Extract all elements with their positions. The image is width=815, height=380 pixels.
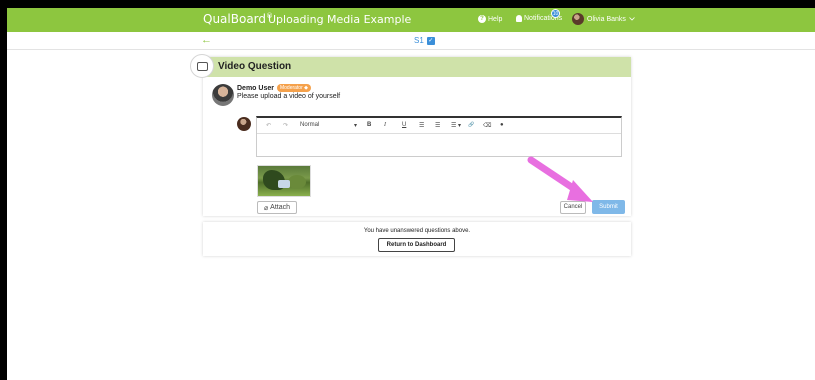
unanswered-notice-text: You have unanswered questions above. [363, 228, 471, 234]
poster-info: Demo User Moderator ◆ [237, 84, 311, 92]
bullet-list-icon[interactable]: ☰ [435, 122, 440, 129]
app-frame: QualBoard® Uploading Media Example ? Hel… [7, 8, 815, 380]
poster-name: Demo User [237, 84, 274, 92]
emoji-icon[interactable]: ● [500, 122, 504, 128]
help-label: Help [488, 15, 503, 23]
return-to-dashboard-button[interactable]: Return to Dashboard [378, 238, 455, 252]
link-icon[interactable]: 🔗 [468, 122, 474, 128]
section-selector[interactable]: S1 ✓ [414, 36, 435, 45]
chevron-down-icon[interactable]: ▾ [354, 122, 357, 129]
redo-icon[interactable]: ↷ [283, 122, 288, 129]
user-name: Olivia Banks [587, 15, 626, 23]
undo-icon[interactable]: ↶ [266, 122, 271, 129]
section-label: S1 [414, 36, 424, 45]
help-link[interactable]: ? Help [478, 15, 502, 23]
moderator-badge: Moderator ◆ [276, 84, 311, 92]
chevron-down-icon [629, 17, 635, 21]
notifications-count-badge: 10 [551, 9, 560, 18]
bold-button[interactable]: B [367, 122, 371, 128]
bell-icon [516, 15, 522, 22]
response-input[interactable] [257, 134, 621, 157]
speech-bubble-icon [190, 54, 214, 78]
help-icon: ? [478, 15, 486, 23]
unanswered-notice: You have unanswered questions above. Ret… [203, 222, 631, 256]
dropdown-check-icon: ✓ [426, 36, 435, 45]
brand-logo[interactable]: QualBoard® [203, 12, 273, 26]
question-title: Video Question [218, 61, 292, 72]
editor-toolbar: ↶ ↷ Normal ▾ B I U ☰ ☰ ☰ ▾ 🔗 ⌫ ● [257, 118, 621, 134]
question-header: Video Question [190, 54, 631, 78]
user-menu[interactable]: Olivia Banks [572, 13, 635, 25]
ordered-list-icon[interactable]: ☰ [419, 122, 424, 129]
rich-text-editor: ↶ ↷ Normal ▾ B I U ☰ ☰ ☰ ▾ 🔗 ⌫ ● [256, 116, 622, 157]
annotation-arrow-icon [527, 156, 593, 202]
uploaded-media-thumbnail[interactable] [257, 165, 311, 197]
moderator-badge-label: Moderator [279, 85, 303, 91]
question-text: Please upload a video of yourself [237, 93, 341, 100]
back-arrow-icon[interactable]: ← [201, 34, 212, 46]
top-navbar: QualBoard® Uploading Media Example ? Hel… [7, 8, 815, 32]
sub-navbar: ← S1 ✓ [7, 32, 815, 50]
page-title: Uploading Media Example [268, 13, 412, 26]
attach-label: Attach [270, 204, 291, 211]
notifications-link[interactable]: Notifications 10 [516, 9, 562, 22]
align-icon[interactable]: ☰ [451, 122, 456, 129]
underline-button[interactable]: U [402, 122, 406, 128]
paperclip-icon: ⌀ [263, 204, 269, 212]
poster-avatar [212, 84, 234, 106]
text-style-dropdown[interactable]: Normal [300, 122, 319, 128]
attach-button[interactable]: ⌀ Attach [257, 201, 297, 214]
respondent-avatar [237, 117, 251, 131]
italic-button[interactable]: I [384, 122, 386, 128]
user-avatar [572, 13, 584, 25]
clear-format-icon[interactable]: ⌫ [483, 122, 491, 129]
brand-name: QualBoard [203, 12, 267, 26]
align-chevron-icon[interactable]: ▾ [458, 122, 461, 129]
